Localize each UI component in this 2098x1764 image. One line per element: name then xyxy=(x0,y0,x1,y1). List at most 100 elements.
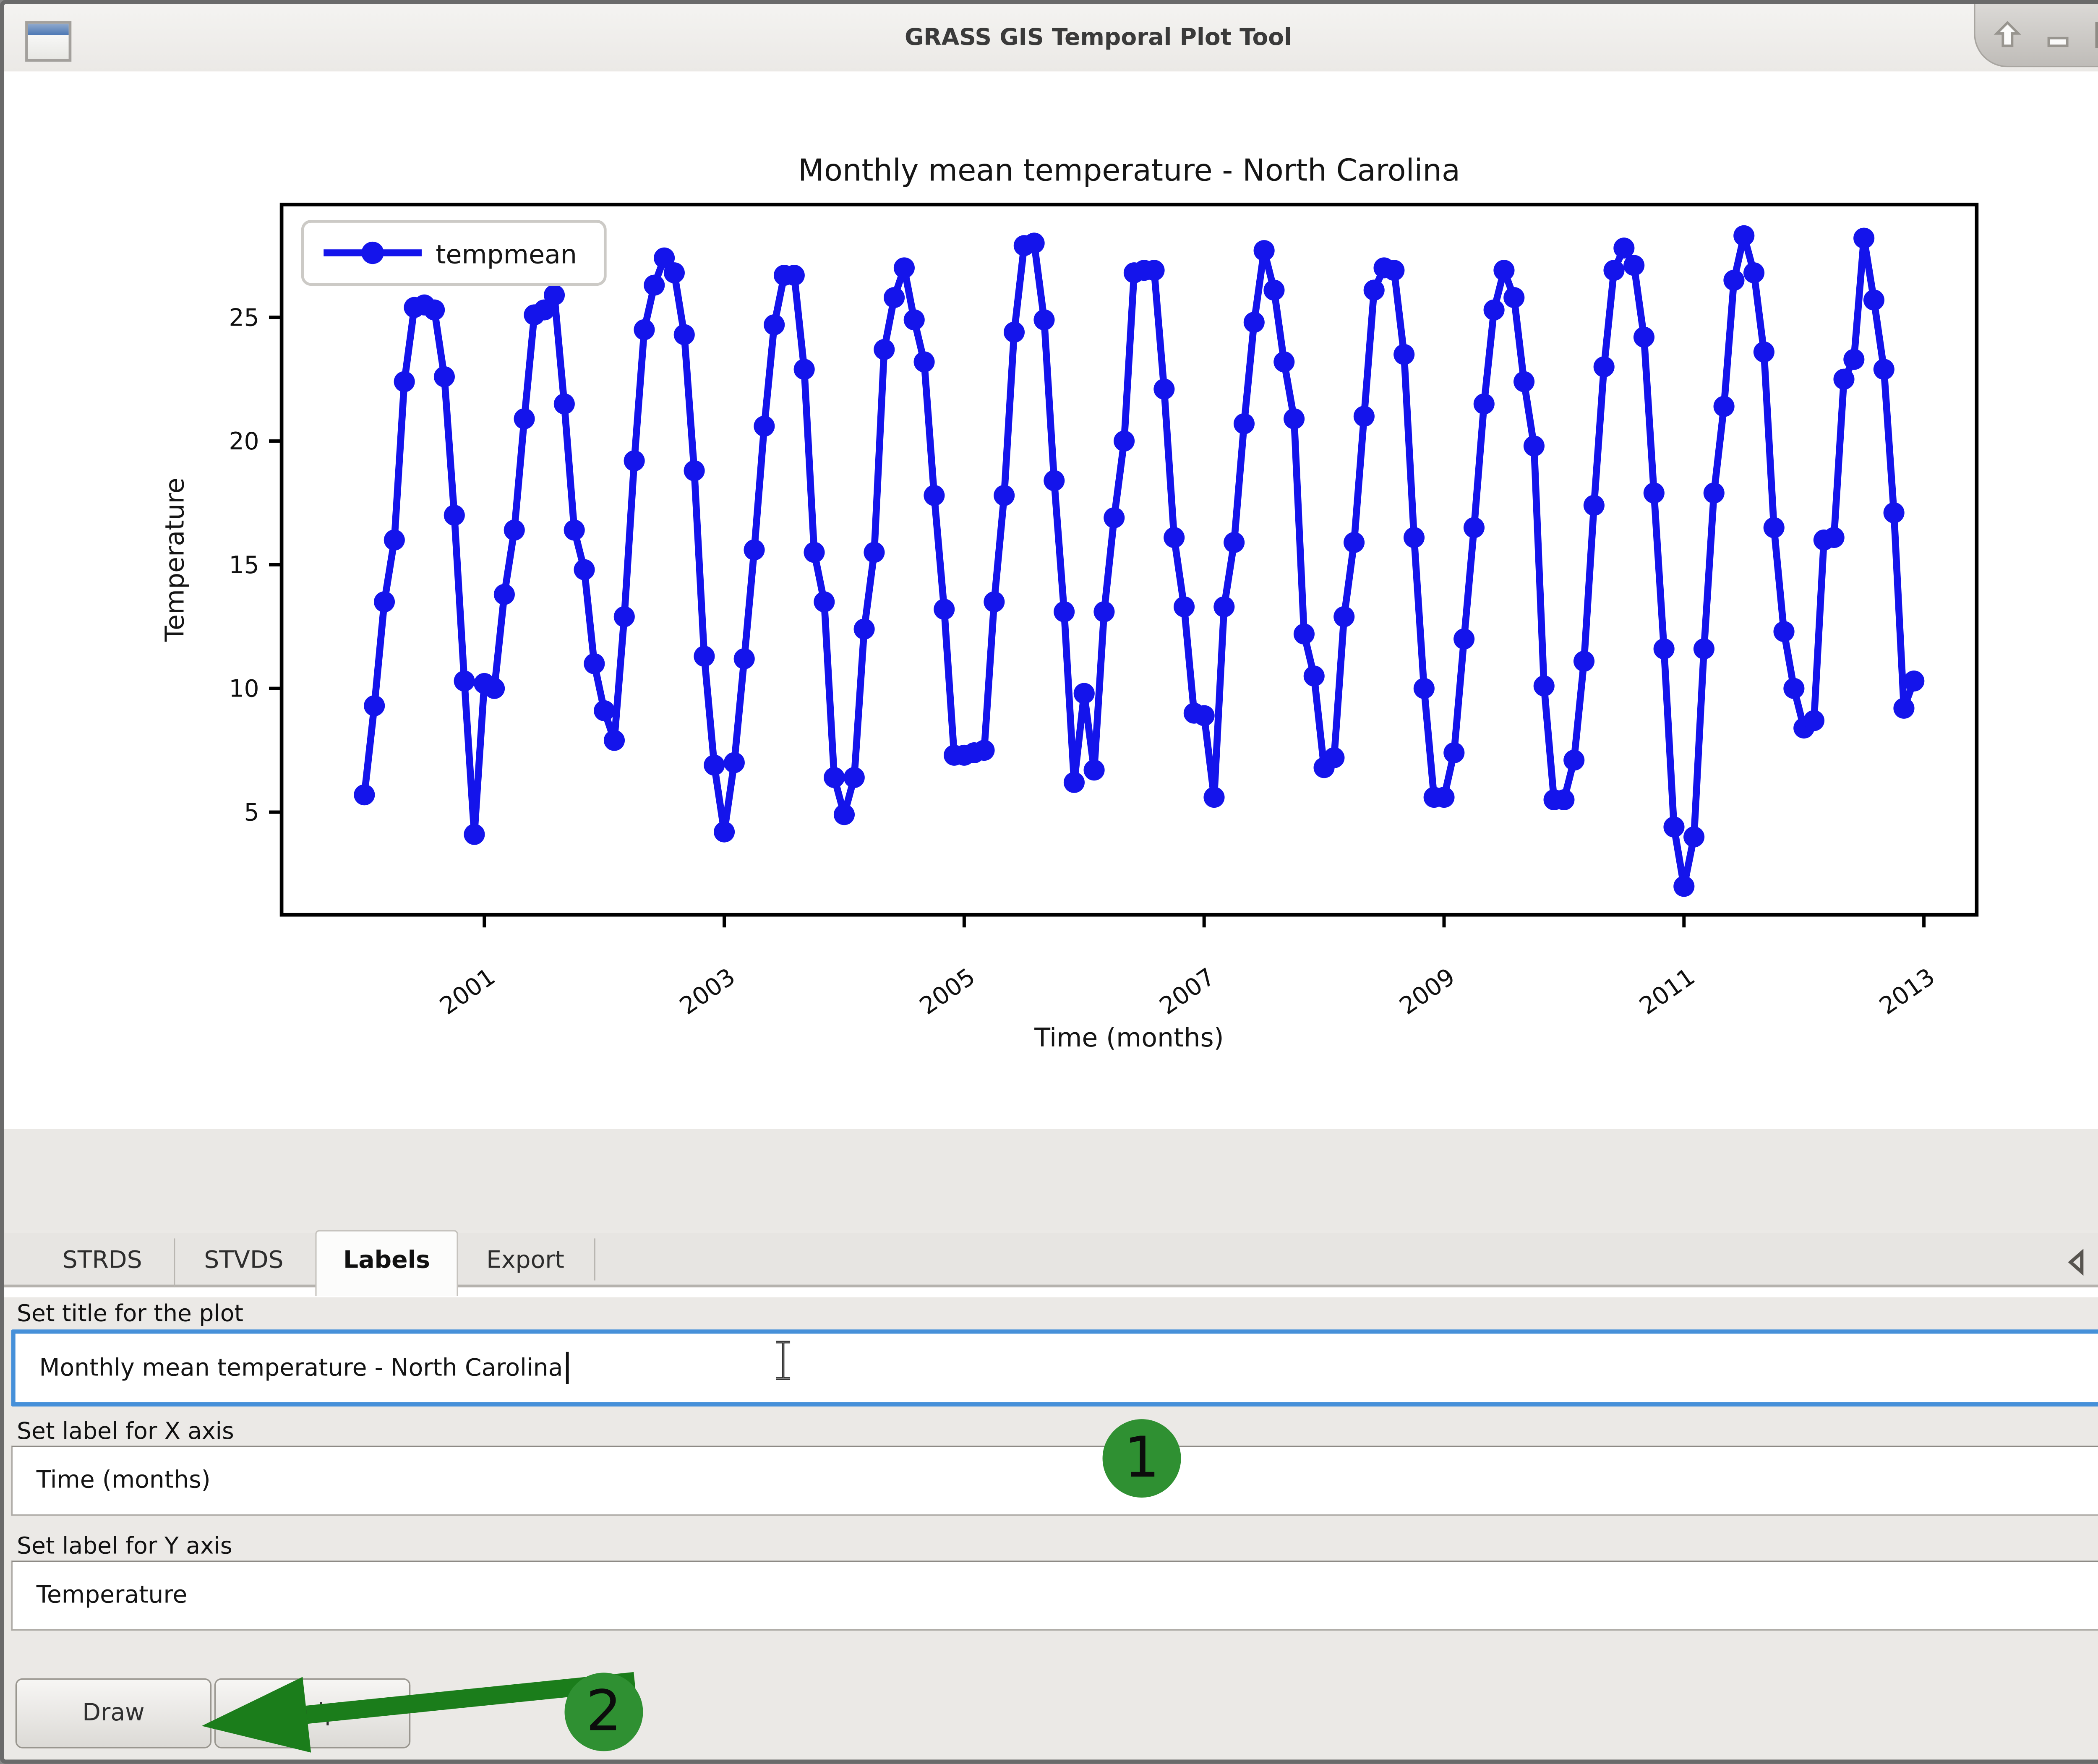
data-point xyxy=(784,265,805,286)
plot-title-value: Monthly mean temperature - North Carolin… xyxy=(39,1354,563,1382)
data-point xyxy=(1634,326,1654,347)
xaxis-label-value: Time (months) xyxy=(37,1467,211,1495)
data-point xyxy=(454,671,475,692)
maximize-window-button[interactable] xyxy=(2090,17,2098,53)
data-point xyxy=(884,287,905,308)
data-point xyxy=(514,408,535,429)
data-point xyxy=(1683,826,1704,847)
tab-labels[interactable]: Labels xyxy=(315,1230,458,1296)
data-point xyxy=(1074,683,1095,704)
data-point xyxy=(924,485,945,506)
data-point xyxy=(1833,369,1854,390)
data-point xyxy=(1513,371,1534,392)
draw-button[interactable]: Draw xyxy=(16,1678,211,1748)
minimize-window-button[interactable] xyxy=(2040,17,2076,53)
data-point xyxy=(1344,532,1365,553)
data-point xyxy=(1714,396,1735,417)
data-point xyxy=(814,591,835,612)
data-point xyxy=(1503,287,1524,308)
app-window: GRASS GIS Temporal Plot Tool 51015202520… xyxy=(0,0,2098,1764)
x-tick-label: 2013 xyxy=(1874,963,1940,1020)
data-point xyxy=(1863,290,1884,311)
data-point xyxy=(1843,349,1864,370)
x-tick-label: 2005 xyxy=(915,963,980,1020)
data-point xyxy=(1874,359,1894,380)
data-point xyxy=(1853,228,1874,249)
data-point xyxy=(1443,742,1464,763)
data-point xyxy=(494,584,515,605)
data-point xyxy=(1153,378,1174,399)
data-point xyxy=(904,309,925,330)
x-tick-label: 2007 xyxy=(1155,963,1220,1020)
data-point xyxy=(1663,817,1684,838)
data-point xyxy=(1383,260,1404,281)
chart-xlabel: Time (months) xyxy=(1034,1023,1224,1053)
data-point xyxy=(1603,260,1624,281)
data-point xyxy=(764,314,785,335)
title-bar: GRASS GIS Temporal Plot Tool xyxy=(4,4,2098,71)
help-button[interactable]: Help xyxy=(214,1678,410,1748)
data-point xyxy=(1234,413,1255,434)
data-point xyxy=(1114,431,1135,451)
plot-title-input[interactable]: Monthly mean temperature - North Carolin… xyxy=(11,1329,2098,1407)
data-point xyxy=(1393,344,1414,365)
legend-marker-sample xyxy=(361,242,384,264)
data-point xyxy=(854,618,875,639)
matplotlib-figure: 5101520252001200320052007200920112013Mon… xyxy=(4,71,2098,1129)
data-point xyxy=(1783,678,1804,699)
y-tick-label: 25 xyxy=(229,304,259,331)
data-point xyxy=(1044,470,1065,491)
ibeam-cursor xyxy=(772,1339,794,1381)
data-point xyxy=(844,767,865,788)
data-point xyxy=(574,559,595,580)
data-point xyxy=(1553,789,1574,810)
data-point xyxy=(914,351,935,372)
xaxis-label-input[interactable]: Time (months) xyxy=(11,1446,2098,1516)
data-point xyxy=(664,262,685,283)
tab-strds[interactable]: STRDS xyxy=(32,1238,172,1287)
data-point xyxy=(894,257,915,278)
tab-stvds[interactable]: STVDS xyxy=(174,1238,313,1287)
window-controls xyxy=(1974,4,2098,67)
tab-scroll-left-icon[interactable] xyxy=(2061,1245,2094,1279)
data-point xyxy=(484,678,505,699)
data-point xyxy=(634,319,655,340)
data-point xyxy=(874,339,895,360)
data-point xyxy=(1723,270,1744,291)
plot-toolbar xyxy=(4,1129,2098,1230)
tab-export[interactable]: Export xyxy=(458,1238,593,1287)
yaxis-label-value: Temperature xyxy=(37,1581,188,1610)
tempmean-line xyxy=(364,236,1914,887)
data-point xyxy=(1484,300,1505,321)
data-point xyxy=(1404,527,1425,548)
data-point xyxy=(754,416,775,437)
x-tick-label: 2009 xyxy=(1394,963,1460,1020)
data-point xyxy=(714,822,735,843)
step2-badge: 2 xyxy=(564,1673,643,1751)
data-point xyxy=(744,539,765,560)
data-point xyxy=(1803,710,1824,731)
data-point xyxy=(1884,502,1905,523)
yaxis-label-input[interactable]: Temperature xyxy=(11,1560,2098,1631)
data-point xyxy=(384,530,405,551)
y-tick-label: 10 xyxy=(229,675,259,703)
y-tick-label: 15 xyxy=(229,551,259,579)
shade-window-button[interactable] xyxy=(1989,17,2026,53)
data-point xyxy=(1623,255,1644,276)
data-point xyxy=(504,519,525,540)
xaxis-field-label: Set label for X axis xyxy=(17,1418,234,1444)
data-point xyxy=(1304,665,1325,686)
data-point xyxy=(464,824,485,845)
data-point xyxy=(1584,495,1605,516)
data-point xyxy=(1754,342,1774,363)
data-point xyxy=(1194,705,1215,726)
y-tick-label: 5 xyxy=(244,799,259,827)
data-point xyxy=(973,740,994,761)
data-point xyxy=(1294,624,1315,645)
data-point xyxy=(794,359,815,380)
temperature-chart: 5101520252001200320052007200920112013Mon… xyxy=(4,71,2098,1129)
data-point xyxy=(1354,406,1375,427)
data-point xyxy=(444,505,465,526)
yaxis-field-label: Set label for Y axis xyxy=(17,1533,232,1559)
data-point xyxy=(1474,394,1495,415)
